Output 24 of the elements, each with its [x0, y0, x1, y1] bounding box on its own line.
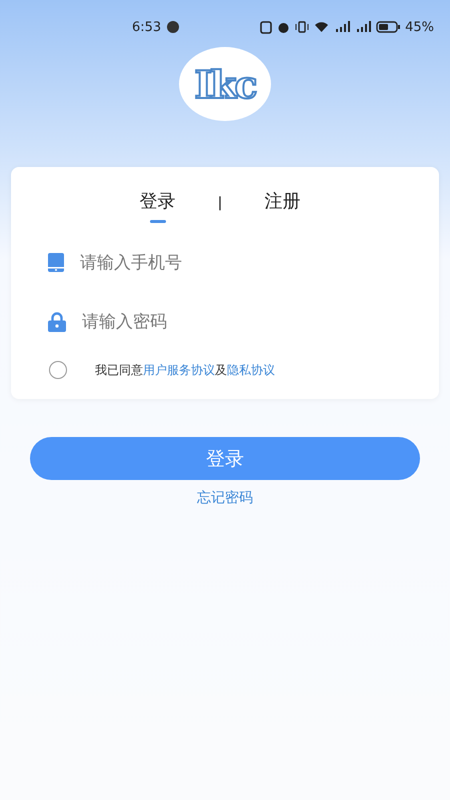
phone-field[interactable]: 请输入手机号 [78, 252, 382, 274]
signal-icon [355, 21, 372, 33]
forgot-password-link[interactable]: 忘记密码 [197, 489, 253, 507]
wifi-icon [314, 21, 330, 33]
service-agreement-link[interactable]: 用户服务协议 [143, 362, 215, 376]
register-tab[interactable]: 注册 [264, 189, 300, 223]
privacy-policy-link[interactable]: 隐私协议 [227, 362, 275, 376]
alarm-icon [277, 20, 290, 34]
nfc-icon [260, 20, 272, 34]
vibrate-icon [295, 21, 310, 33]
password-field[interactable]: 请输入密码 [80, 310, 384, 332]
app-logo: Ikc [179, 47, 271, 121]
login-tab[interactable]: 登录 [140, 189, 176, 223]
status-time: 6:53 [132, 20, 162, 34]
login-button[interactable]: 登录 [30, 437, 420, 480]
phone-icon [48, 253, 64, 272]
battery-icon [376, 21, 400, 33]
agree-checkbox[interactable] [49, 361, 67, 379]
notification-icon [167, 21, 180, 33]
agreement-text: 我已同意用户服务协议及隐私协议 [95, 362, 275, 378]
signal-icon [334, 21, 350, 33]
lock-icon [48, 312, 66, 332]
tab-separator: | [218, 195, 222, 211]
battery-percent: 45% [405, 20, 434, 34]
